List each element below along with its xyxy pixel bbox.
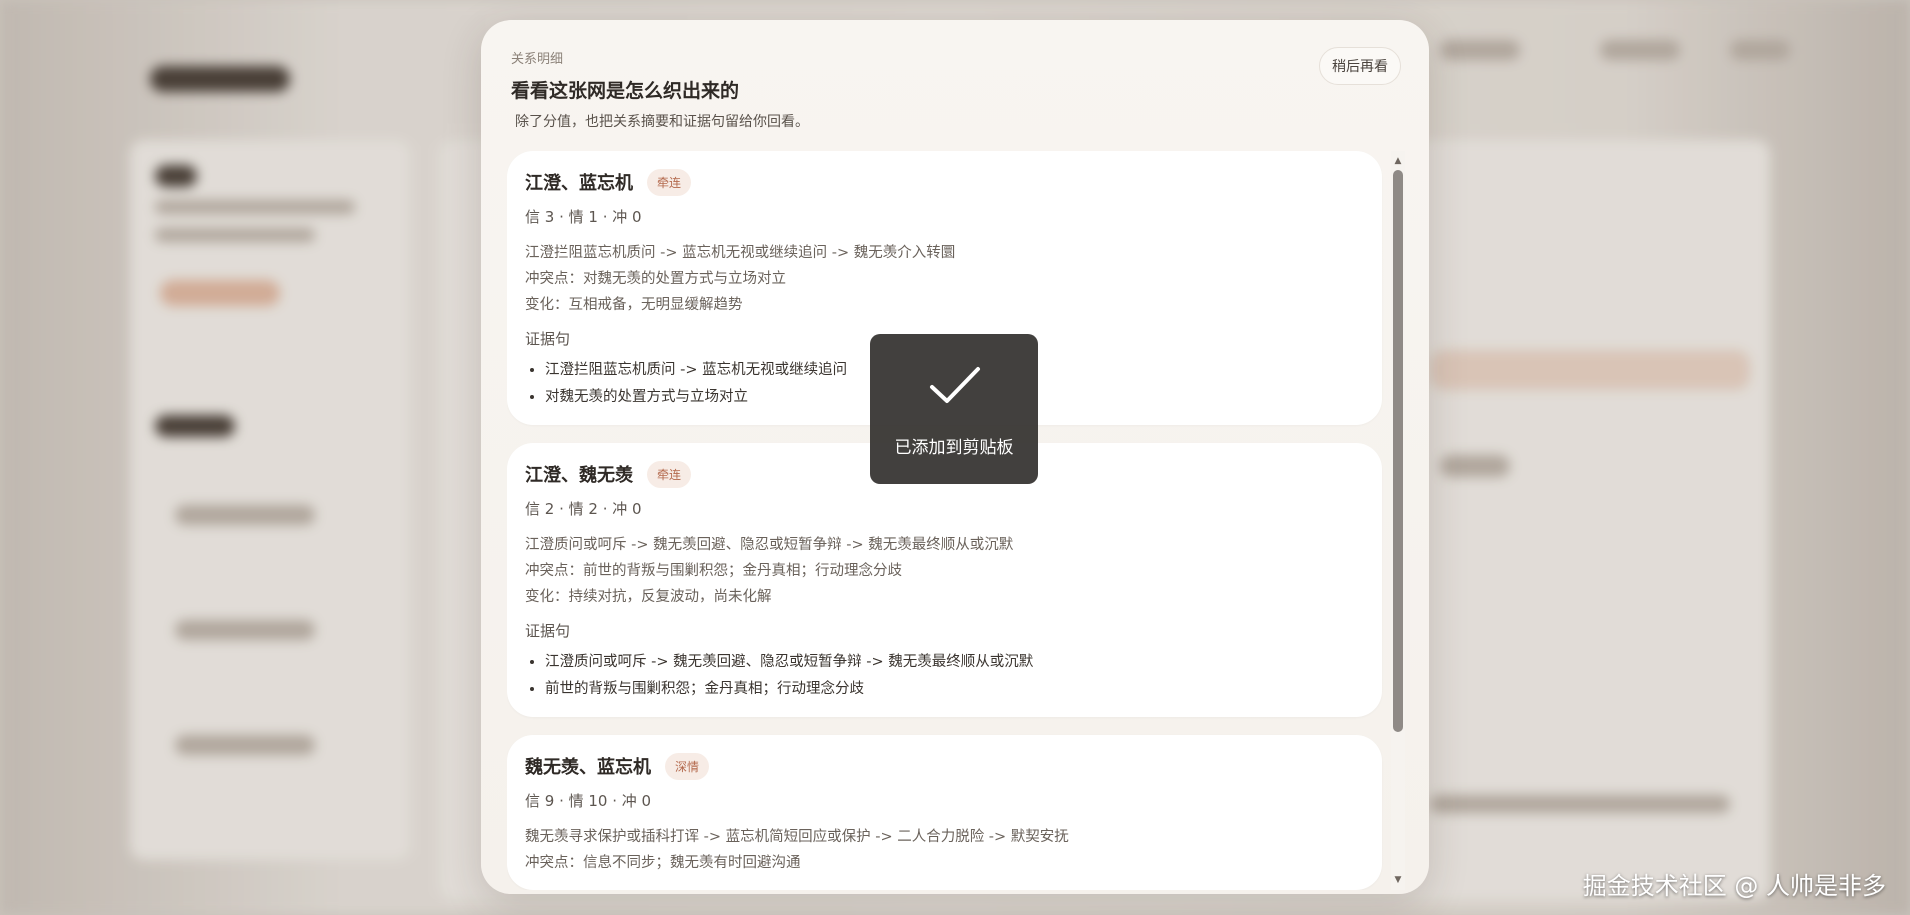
card-score: 信 2 · 情 2 · 冲 0 — [525, 500, 642, 518]
card-title: 江澄、魏无羡 — [525, 465, 633, 486]
modal-eyebrow: 关系明细 — [511, 52, 564, 67]
card-score: 信 3 · 情 1 · 冲 0 — [525, 208, 642, 226]
summary-line: 变化：互相戒备，无明显缓解趋势 — [525, 297, 743, 313]
checkmark-icon — [930, 367, 980, 403]
relationship-tag: 牵连 — [647, 460, 692, 488]
relationship-list-scroll-area[interactable]: 江澄、蓝忘机 牵连 信 3 · 情 1 · 冲 0 江澄拦阻蓝忘机质问 -> 蓝… — [507, 151, 1405, 890]
summary-line: 变化：持续对抗，反复波动，尚未化解 — [525, 589, 772, 605]
evidence-heading: 证据句 — [525, 622, 571, 640]
card-header: 江澄、蓝忘机 牵连 — [525, 167, 1364, 197]
relationship-card: 江澄、魏无羡 牵连 信 2 · 情 2 · 冲 0 江澄质问或呵斥 -> 魏无羡… — [507, 443, 1382, 717]
modal-subtitle: 除了分值，也把关系摘要和证据句留给你回看。 — [515, 114, 809, 130]
relationship-tag: 牵连 — [647, 168, 692, 196]
evidence-item: 江澄质问或呵斥 -> 魏无羡回避、隐忍或短暂争辩 -> 魏无羡最终顺从或沉默 — [545, 649, 1364, 676]
card-title: 魏无羡、蓝忘机 — [525, 757, 651, 778]
scroll-down-arrow-icon[interactable]: ▼ — [1391, 873, 1405, 887]
summary-line: 冲突点：前世的背叛与围剿积怨；金丹真相；行动理念分歧 — [525, 563, 902, 579]
summary-line: 江澄质问或呵斥 -> 魏无羡回避、隐忍或短暂争辩 -> 魏无羡最终顺从或沉默 — [525, 537, 1014, 553]
card-score: 信 9 · 情 10 · 冲 0 — [525, 792, 652, 810]
summary-line: 魏无羡寻求保护或插科打诨 -> 蓝忘机简短回应或保护 -> 二人合力脱险 -> … — [525, 829, 1069, 845]
summary-line: 冲突点：信息不同步；魏无羡有时回避沟通 — [525, 855, 801, 871]
watermark: 掘金技术社区 @ 人帅是非多 — [1582, 872, 1886, 900]
card-summary: 魏无羡寻求保护或插科打诨 -> 蓝忘机简短回应或保护 -> 二人合力脱险 -> … — [525, 824, 1364, 876]
evidence-list: 江澄质问或呵斥 -> 魏无羡回避、隐忍或短暂争辩 -> 魏无羡最终顺从或沉默 前… — [525, 649, 1364, 703]
scroll-up-arrow-icon[interactable]: ▲ — [1391, 154, 1405, 168]
card-header: 魏无羡、蓝忘机 深情 — [525, 751, 1364, 781]
summary-line: 冲突点：对魏无羡的处置方式与立场对立 — [525, 271, 786, 287]
card-summary: 江澄质问或呵斥 -> 魏无羡回避、隐忍或短暂争辩 -> 魏无羡最终顺从或沉默 冲… — [525, 532, 1364, 610]
clipboard-toast: 已添加到剪贴板 — [870, 334, 1038, 484]
view-later-button[interactable]: 稍后再看 — [1319, 47, 1401, 85]
relationship-tag: 深情 — [665, 752, 710, 780]
card-summary: 江澄拦阻蓝忘机质问 -> 蓝忘机无视或继续追问 -> 魏无羡介入转圜 冲突点：对… — [525, 240, 1364, 318]
summary-line: 江澄拦阻蓝忘机质问 -> 蓝忘机无视或继续追问 -> 魏无羡介入转圜 — [525, 245, 956, 261]
card-title: 江澄、蓝忘机 — [525, 173, 633, 194]
relationship-card-list: 江澄、蓝忘机 牵连 信 3 · 情 1 · 冲 0 江澄拦阻蓝忘机质问 -> 蓝… — [507, 151, 1382, 890]
scrollbar[interactable]: ▲ ▼ — [1391, 151, 1405, 890]
scrollbar-thumb[interactable] — [1393, 170, 1403, 732]
modal-title: 看看这张网是怎么织出来的 — [511, 80, 740, 102]
viewport: 关系明细 看看这张网是怎么织出来的 除了分值，也把关系摘要和证据句留给你回看。 … — [0, 0, 1910, 915]
relationship-card: 魏无羡、蓝忘机 深情 信 9 · 情 10 · 冲 0 魏无羡寻求保护或插科打诨… — [507, 735, 1382, 890]
evidence-item: 前世的背叛与围剿积怨；金丹真相；行动理念分歧 — [545, 676, 1364, 703]
toast-message: 已添加到剪贴板 — [894, 438, 1014, 458]
